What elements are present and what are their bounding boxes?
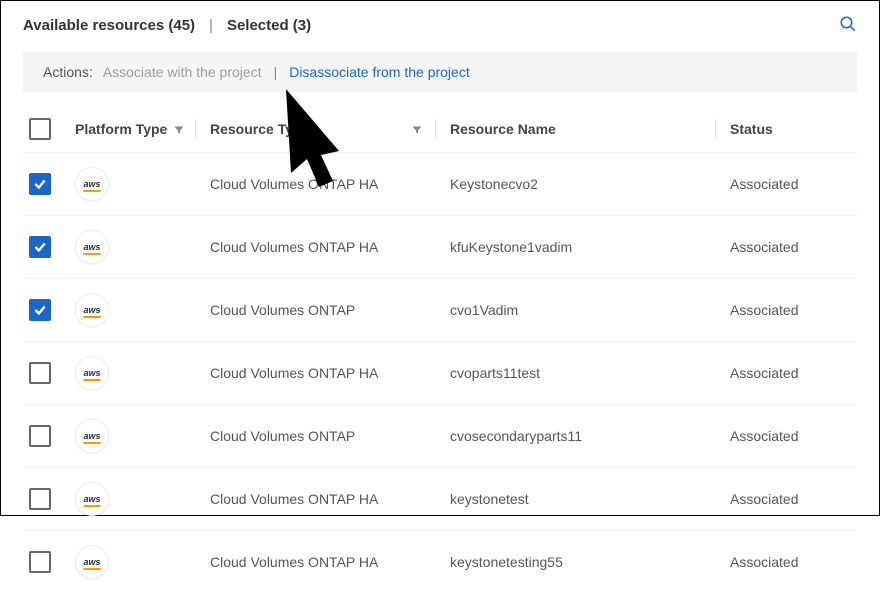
resource-name-cell: kfuKeystone1vadim: [450, 239, 572, 255]
aws-icon: aws: [75, 356, 109, 390]
table-row: aws Cloud Volumes ONTAP HA kfuKeystone1vad…: [23, 215, 857, 278]
row-checkbox[interactable]: [29, 299, 51, 321]
aws-icon: aws: [75, 230, 109, 264]
table-row: aws Cloud Volumes ONTAP HA keystonetest Ass…: [23, 467, 857, 530]
row-checkbox[interactable]: [29, 425, 51, 447]
aws-icon: aws: [75, 167, 109, 201]
col-platform-label[interactable]: Platform Type: [75, 121, 167, 137]
select-all-checkbox[interactable]: [29, 118, 51, 140]
row-checkbox[interactable]: [29, 362, 51, 384]
table-row: aws Cloud Volumes ONTAP cvosecondaryparts1…: [23, 404, 857, 467]
action-separator: |: [274, 64, 278, 80]
resource-name-cell: Keystonecvo2: [450, 176, 538, 192]
col-resource-type-label[interactable]: Resource Type: [210, 121, 309, 137]
resource-name-cell: cvosecondaryparts11: [450, 428, 582, 444]
resource-type-cell: Cloud Volumes ONTAP HA: [210, 554, 378, 570]
resource-name-cell: keystonetest: [450, 491, 529, 507]
status-cell: Associated: [730, 491, 798, 507]
status-cell: Associated: [730, 239, 798, 255]
table-row: aws Cloud Volumes ONTAP HA cvoparts11test A…: [23, 341, 857, 404]
resource-name-cell: keystonetesting55: [450, 554, 563, 570]
table-row: aws Cloud Volumes ONTAP HA keystonetesting…: [23, 530, 857, 593]
search-icon[interactable]: [839, 15, 857, 36]
row-checkbox[interactable]: [29, 236, 51, 258]
resource-type-cell: Cloud Volumes ONTAP HA: [210, 176, 378, 192]
status-cell: Associated: [730, 554, 798, 570]
aws-icon: aws: [75, 293, 109, 327]
resource-name-cell: cvo1Vadim: [450, 302, 518, 318]
resource-name-cell: cvoparts11test: [450, 365, 540, 381]
col-status-label[interactable]: Status: [730, 121, 773, 137]
actions-bar: Actions: Associate with the project | Di…: [23, 52, 857, 92]
tab-available[interactable]: Available resources (45): [23, 17, 195, 34]
tab-selected[interactable]: Selected (3): [227, 17, 311, 34]
tab-separator: |: [209, 17, 213, 34]
resource-type-cell: Cloud Volumes ONTAP: [210, 428, 355, 444]
status-cell: Associated: [730, 176, 798, 192]
table-row: aws Cloud Volumes ONTAP cvo1Vadim Associate…: [23, 278, 857, 341]
table-header: Platform Type Resource Type Resource Nam…: [23, 110, 857, 152]
aws-icon: aws: [75, 545, 109, 579]
filter-icon[interactable]: [411, 121, 423, 137]
col-separator: [435, 119, 436, 139]
col-resource-name-label[interactable]: Resource Name: [450, 121, 556, 137]
resource-type-cell: Cloud Volumes ONTAP: [210, 302, 355, 318]
aws-icon: aws: [75, 482, 109, 516]
associate-action: Associate with the project: [103, 64, 262, 80]
status-cell: Associated: [730, 365, 798, 381]
row-checkbox[interactable]: [29, 488, 51, 510]
filter-icon[interactable]: [173, 121, 185, 137]
aws-icon: aws: [75, 419, 109, 453]
table-row: aws Cloud Volumes ONTAP HA Keystonecvo2 Ass…: [23, 152, 857, 215]
row-checkbox[interactable]: [29, 551, 51, 573]
resource-type-cell: Cloud Volumes ONTAP HA: [210, 239, 378, 255]
col-separator: [195, 119, 196, 139]
col-separator: [715, 119, 716, 139]
disassociate-action[interactable]: Disassociate from the project: [289, 64, 470, 80]
resource-type-cell: Cloud Volumes ONTAP HA: [210, 491, 378, 507]
actions-label: Actions:: [43, 64, 93, 80]
status-cell: Associated: [730, 428, 798, 444]
resource-type-cell: Cloud Volumes ONTAP HA: [210, 365, 378, 381]
row-checkbox[interactable]: [29, 173, 51, 195]
status-cell: Associated: [730, 302, 798, 318]
